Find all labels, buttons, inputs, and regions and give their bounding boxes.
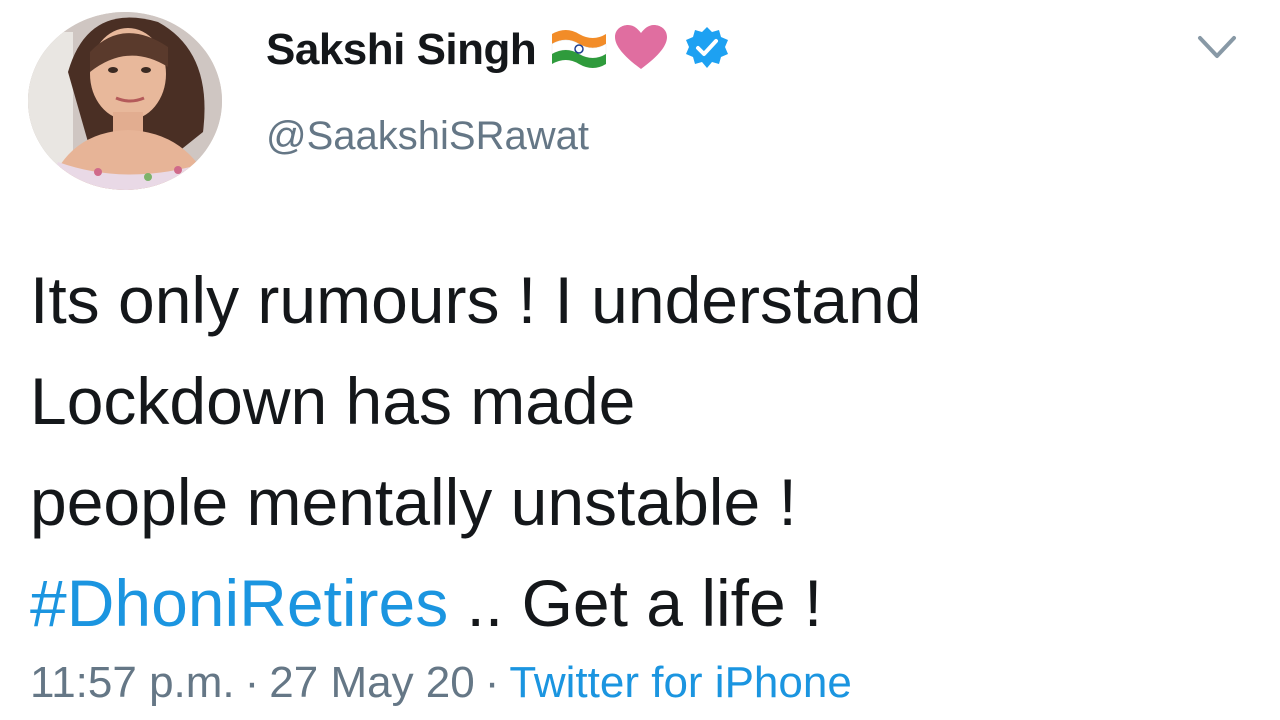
tweet-source-link[interactable]: Twitter for iPhone [509, 658, 851, 707]
meta-separator: · [244, 658, 260, 707]
tweet-text-line: people mentally unstable ! [30, 465, 797, 539]
india-flag-icon [548, 24, 610, 77]
avatar-photo [28, 12, 222, 190]
verified-badge-icon [684, 25, 730, 76]
avatar[interactable] [28, 12, 222, 190]
chevron-down-icon[interactable] [1192, 28, 1242, 68]
tweet-text: Its only rumours ! I understand Lockdown… [30, 250, 1230, 654]
hashtag-link[interactable]: #DhoniRetires [30, 566, 448, 640]
tweet-card: Sakshi Singh @SaakshiSRawat Its only rum… [0, 0, 1280, 720]
tweet-time[interactable]: 11:57 p.m. [30, 658, 235, 707]
tweet-text-line-last: #DhoniRetires .. Get a life ! [30, 553, 1230, 654]
user-handle[interactable]: @SaakshiSRawat [266, 114, 589, 159]
tweet-date[interactable]: 27 May 20 [269, 658, 474, 707]
pink-heart-icon [612, 23, 670, 78]
tweet-text-line: Lockdown has made [30, 364, 636, 438]
author-name-row: Sakshi Singh [266, 20, 730, 80]
tweet-text-suffix: .. Get a life ! [448, 566, 823, 640]
tweet-meta: 11:57 p.m. · 27 May 20 · Twitter for iPhone [30, 658, 852, 708]
tweet-text-line: Its only rumours ! I understand [30, 263, 922, 337]
meta-separator: · [484, 658, 500, 707]
display-name[interactable]: Sakshi Singh [266, 25, 537, 75]
